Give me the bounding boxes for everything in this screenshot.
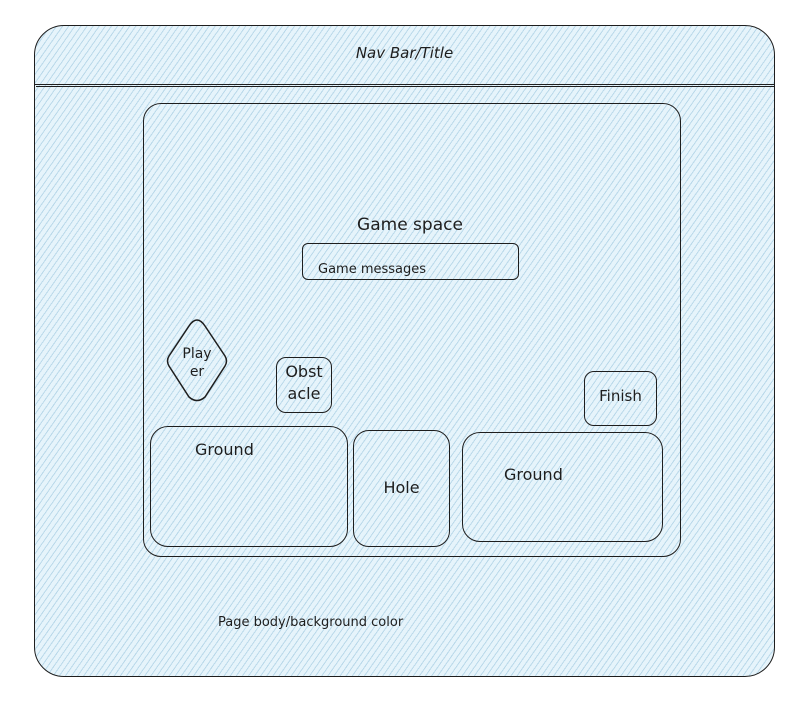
game-space-title: Game space — [357, 215, 463, 235]
game-messages-label: Game messages — [318, 262, 427, 277]
player-label: Play er — [182, 346, 212, 380]
ground-left-label: Ground — [195, 440, 254, 459]
obstacle-label: Obst acle — [285, 362, 323, 403]
finish-label: Finish — [599, 387, 642, 405]
ground-right-label: Ground — [504, 465, 563, 484]
hole-label: Hole — [383, 478, 420, 497]
nav-bar-title: Nav Bar/Title — [355, 44, 454, 62]
ground-right-box — [462, 432, 663, 542]
page-body-label: Page body/background color — [218, 615, 404, 630]
nav-divider — [34, 84, 775, 85]
nav-divider-inner — [36, 86, 774, 87]
